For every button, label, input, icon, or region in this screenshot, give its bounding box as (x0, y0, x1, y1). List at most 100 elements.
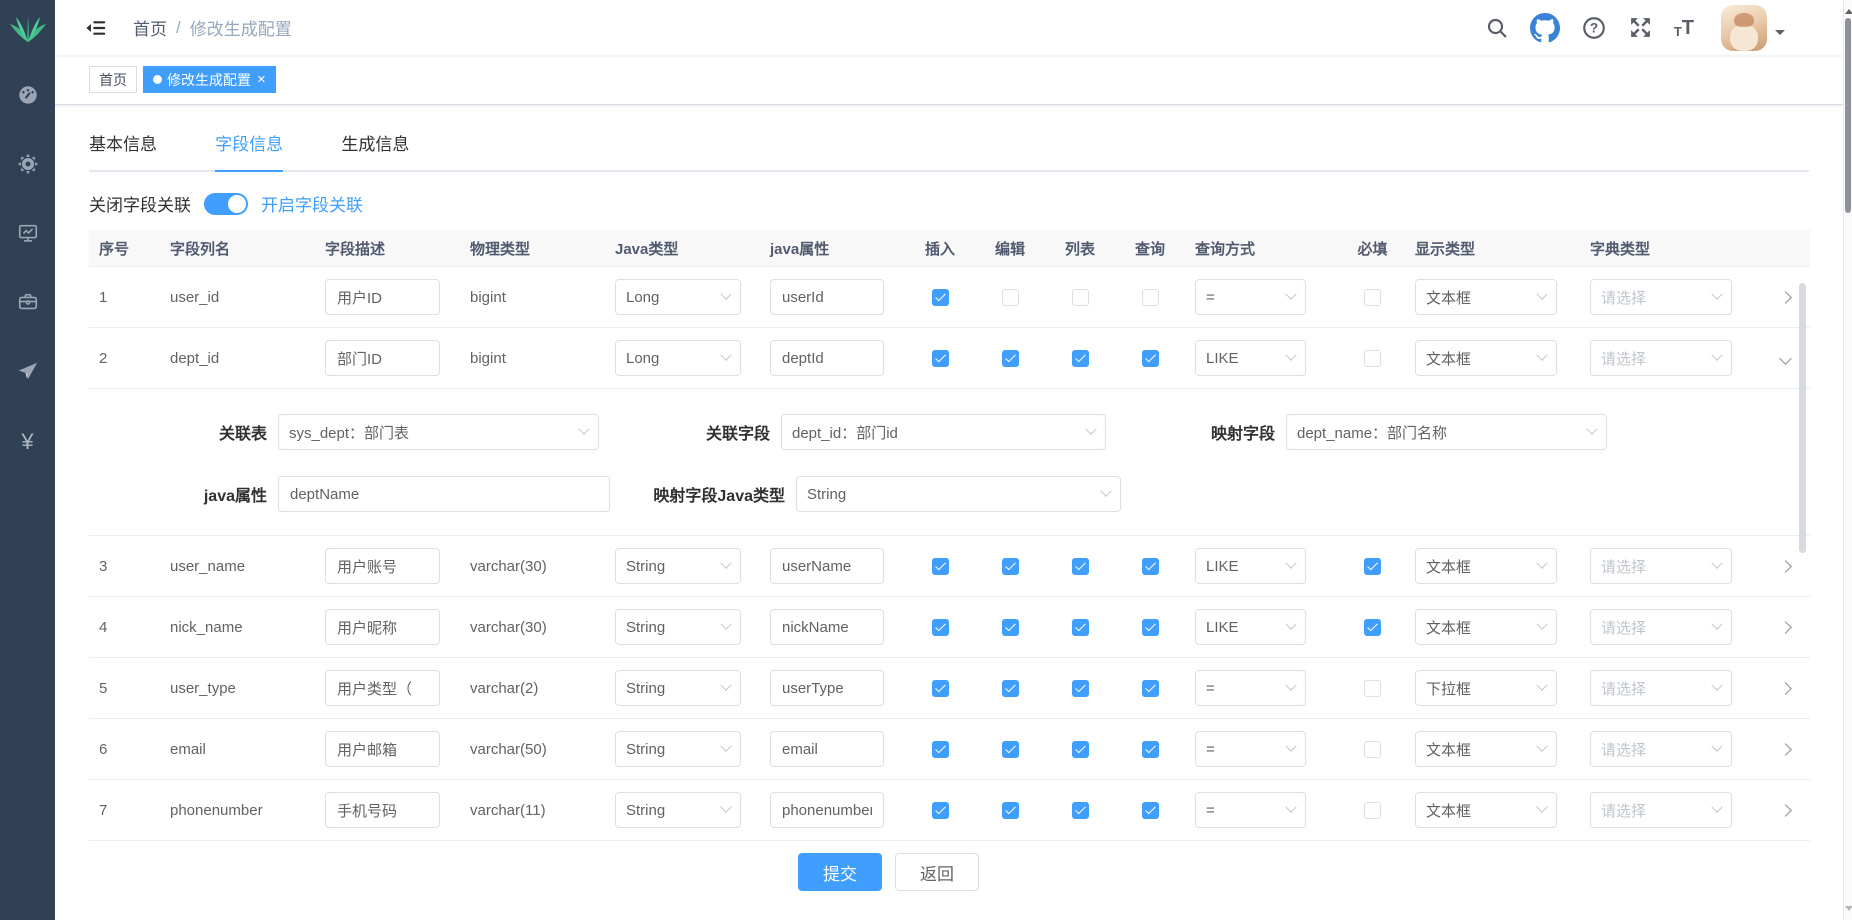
table-scrollbar-thumb[interactable] (1799, 283, 1806, 553)
display-type-select[interactable]: 文本框 (1415, 279, 1557, 315)
java-type-select[interactable]: String (615, 548, 741, 584)
back-button[interactable]: 返回 (895, 853, 979, 891)
tab-gen-info[interactable]: 生成信息 (341, 130, 409, 172)
sidebar-item-monitor[interactable] (0, 200, 55, 269)
query-type-select[interactable]: = (1195, 792, 1306, 828)
required-checkbox[interactable] (1364, 680, 1381, 697)
sidebar-item-dashboard[interactable] (0, 62, 55, 131)
edit-checkbox[interactable] (1002, 350, 1019, 367)
edit-checkbox[interactable] (1002, 802, 1019, 819)
java-field-input[interactable] (770, 670, 884, 706)
scroll-down-arrow-icon[interactable] (1845, 906, 1852, 915)
insert-checkbox[interactable] (932, 619, 949, 636)
breadcrumb-home[interactable]: 首页 (133, 15, 167, 40)
display-type-select[interactable]: 文本框 (1415, 548, 1557, 584)
edit-checkbox[interactable] (1002, 289, 1019, 306)
submit-button[interactable]: 提交 (798, 853, 882, 891)
query-type-select[interactable]: LIKE (1195, 548, 1306, 584)
expand-row-icon[interactable] (1779, 743, 1792, 756)
expand-row-icon[interactable] (1779, 804, 1792, 817)
display-type-select[interactable]: 文本框 (1415, 340, 1557, 376)
query-checkbox[interactable] (1142, 350, 1159, 367)
insert-checkbox[interactable] (932, 289, 949, 306)
scroll-up-arrow-icon[interactable] (1845, 5, 1852, 14)
list-checkbox[interactable] (1072, 558, 1089, 575)
list-checkbox[interactable] (1072, 350, 1089, 367)
expand-row-icon[interactable] (1779, 291, 1792, 304)
dict-type-select[interactable]: 请选择 (1590, 670, 1732, 706)
query-type-select[interactable]: = (1195, 279, 1306, 315)
column-desc-input[interactable] (325, 792, 440, 828)
display-type-select[interactable]: 文本框 (1415, 731, 1557, 767)
dict-type-select[interactable]: 请选择 (1590, 792, 1732, 828)
query-checkbox[interactable] (1142, 289, 1159, 306)
insert-checkbox[interactable] (932, 680, 949, 697)
fullscreen-icon[interactable] (1628, 15, 1653, 40)
query-type-select[interactable]: = (1195, 670, 1306, 706)
dict-type-select[interactable]: 请选择 (1590, 279, 1732, 315)
java-attr-input[interactable] (278, 476, 610, 512)
mapping-field-select[interactable]: dept_name：部门名称 (1286, 414, 1607, 450)
required-checkbox[interactable] (1364, 619, 1381, 636)
list-checkbox[interactable] (1072, 741, 1089, 758)
java-type-select[interactable]: String (615, 670, 741, 706)
list-checkbox[interactable] (1072, 802, 1089, 819)
insert-checkbox[interactable] (932, 802, 949, 819)
user-dropdown[interactable] (1721, 5, 1785, 51)
expand-row-icon[interactable] (1779, 621, 1792, 634)
column-desc-input[interactable] (325, 670, 440, 706)
query-checkbox[interactable] (1142, 619, 1159, 636)
required-checkbox[interactable] (1364, 741, 1381, 758)
dict-type-select[interactable]: 请选择 (1590, 609, 1732, 645)
page-scrollbar-thumb[interactable] (1845, 18, 1851, 213)
query-checkbox[interactable] (1142, 802, 1159, 819)
dict-type-select[interactable]: 请选择 (1590, 340, 1732, 376)
insert-checkbox[interactable] (932, 741, 949, 758)
column-desc-input[interactable] (325, 731, 440, 767)
tab-field-info[interactable]: 字段信息 (215, 130, 283, 172)
required-checkbox[interactable] (1364, 350, 1381, 367)
tag-home[interactable]: 首页 (89, 66, 137, 93)
java-field-input[interactable] (770, 548, 884, 584)
expand-row-icon[interactable] (1779, 352, 1792, 365)
github-icon[interactable] (1530, 13, 1560, 43)
list-checkbox[interactable] (1072, 289, 1089, 306)
edit-checkbox[interactable] (1002, 619, 1019, 636)
query-checkbox[interactable] (1142, 680, 1159, 697)
display-type-select[interactable]: 文本框 (1415, 792, 1557, 828)
java-type-select[interactable]: String (615, 792, 741, 828)
java-field-input[interactable] (770, 609, 884, 645)
font-size-icon[interactable]: TT (1674, 18, 1694, 38)
page-scrollbar[interactable] (1843, 0, 1852, 920)
column-desc-input[interactable] (325, 548, 440, 584)
relation-toggle[interactable] (204, 193, 248, 215)
java-field-input[interactable] (770, 731, 884, 767)
column-desc-input[interactable] (325, 609, 440, 645)
java-type-select[interactable]: String (615, 731, 741, 767)
sidebar-item-guide[interactable] (0, 338, 55, 407)
tag-current[interactable]: 修改生成配置 × (143, 66, 276, 93)
relation-field-select[interactable]: dept_id：部门id (781, 414, 1106, 450)
query-type-select[interactable]: LIKE (1195, 609, 1306, 645)
java-field-input[interactable] (770, 279, 884, 315)
relation-table-select[interactable]: sys_dept：部门表 (278, 414, 599, 450)
java-type-select[interactable]: Long (615, 340, 741, 376)
column-desc-input[interactable] (325, 279, 440, 315)
search-icon[interactable] (1485, 16, 1509, 40)
dict-type-select[interactable]: 请选择 (1590, 731, 1732, 767)
list-checkbox[interactable] (1072, 619, 1089, 636)
query-checkbox[interactable] (1142, 741, 1159, 758)
list-checkbox[interactable] (1072, 680, 1089, 697)
sidebar-item-system[interactable] (0, 131, 55, 200)
java-field-input[interactable] (770, 792, 884, 828)
tab-basic-info[interactable]: 基本信息 (89, 130, 157, 172)
close-icon[interactable]: × (257, 72, 266, 87)
java-field-input[interactable] (770, 340, 884, 376)
required-checkbox[interactable] (1364, 289, 1381, 306)
insert-checkbox[interactable] (932, 558, 949, 575)
java-type-select[interactable]: Long (615, 279, 741, 315)
display-type-select[interactable]: 文本框 (1415, 609, 1557, 645)
query-type-select[interactable]: LIKE (1195, 340, 1306, 376)
sidebar-item-tool[interactable] (0, 269, 55, 338)
query-type-select[interactable]: = (1195, 731, 1306, 767)
